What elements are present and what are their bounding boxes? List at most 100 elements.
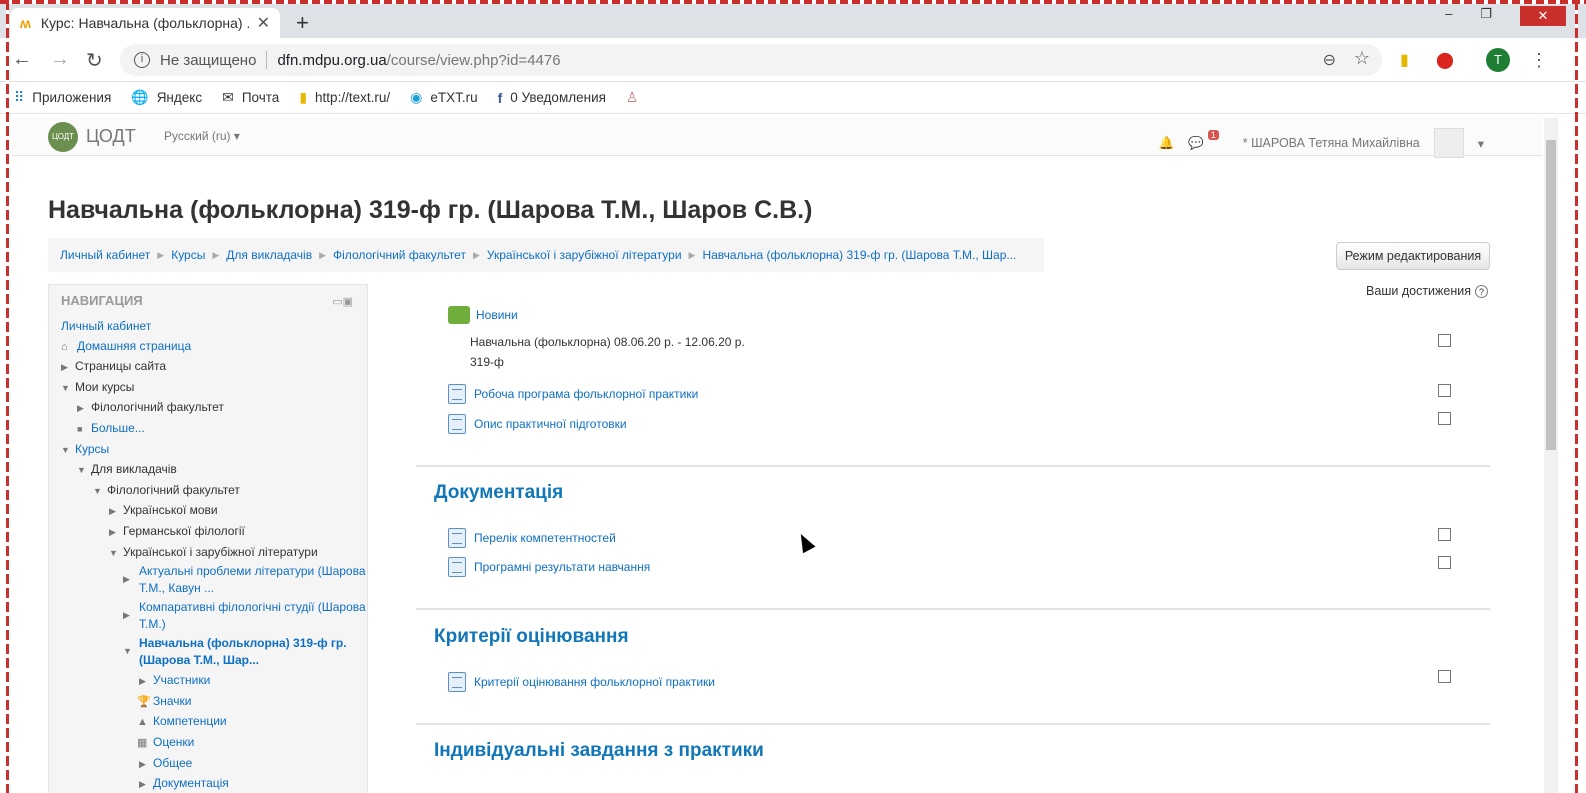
- bookmark-textru[interactable]: ▮ http://text.ru/: [299, 89, 390, 106]
- block-controls-icon[interactable]: ▭▣: [332, 295, 353, 308]
- activity-practice-description[interactable]: Опис практичної підготовки: [448, 414, 627, 434]
- activity-link[interactable]: Опис практичної підготовки: [474, 417, 627, 431]
- nav-link[interactable]: Оценки: [153, 735, 194, 749]
- collapse-arrow-icon[interactable]: ▼: [77, 461, 91, 481]
- nav-item-course2[interactable]: ▶ Компаративні філологічні студії (Шарова…: [61, 599, 371, 635]
- back-icon[interactable]: ←: [12, 48, 32, 71]
- extension-flag-icon[interactable]: ▮: [1400, 50, 1409, 70]
- expand-arrow-icon[interactable]: ▶: [109, 523, 123, 543]
- nav-item-dashboard[interactable]: Личный кабинет: [61, 317, 361, 337]
- opera-extension-icon[interactable]: ⬤: [1436, 50, 1454, 70]
- nav-link[interactable]: Личный кабинет: [61, 319, 151, 333]
- bookmark-apps[interactable]: ⠿ Приложения: [14, 89, 111, 106]
- user-avatar[interactable]: [1433, 128, 1464, 158]
- new-tab-button[interactable]: +: [296, 10, 309, 36]
- completion-checkbox[interactable]: [1438, 334, 1451, 347]
- activity-link[interactable]: Програмні результати навчання: [474, 560, 650, 574]
- minimize-icon[interactable]: –: [1445, 6, 1452, 26]
- edit-mode-button[interactable]: Режим редактирования: [1336, 242, 1490, 270]
- completion-checkbox[interactable]: [1438, 384, 1451, 397]
- nav-item-germ[interactable]: ▶ Германської філології: [61, 522, 361, 543]
- nav-item-home[interactable]: ⌂ Домашняя страница: [61, 337, 361, 358]
- nav-item-general[interactable]: ▶ Общее: [61, 754, 361, 775]
- nav-link[interactable]: Курсы: [75, 442, 109, 456]
- nav-item-site-pages[interactable]: ▶ Страницы сайта: [61, 357, 361, 378]
- completion-checkbox[interactable]: [1438, 528, 1451, 541]
- breadcrumb-item[interactable]: Курсы: [171, 248, 205, 262]
- nav-item-courses[interactable]: ▼ Курсы: [61, 440, 361, 461]
- nav-item-documentation[interactable]: ▶ Документація: [61, 774, 361, 793]
- profile-avatar[interactable]: T: [1486, 48, 1510, 72]
- nav-link[interactable]: Навчальна (фольклорна) 319-ф гр. (Шарова…: [139, 636, 347, 667]
- expand-arrow-icon[interactable]: ▶: [77, 399, 91, 419]
- nav-link[interactable]: Больше...: [91, 421, 145, 435]
- omnibox[interactable]: i Не защищено dfn.mdpu.org.ua/course/vie…: [120, 44, 1382, 76]
- section-title[interactable]: Індивідуальні завдання з практики: [434, 740, 764, 762]
- site-brand[interactable]: ЦОДТ: [86, 126, 136, 147]
- expand-arrow-icon[interactable]: ▶: [123, 607, 137, 624]
- nav-link[interactable]: Актуальні проблеми літератури (Шарова Т.…: [139, 564, 366, 595]
- breadcrumb-item[interactable]: Філологічний факультет: [333, 248, 466, 262]
- completion-checkbox[interactable]: [1438, 556, 1451, 569]
- nav-item-badges[interactable]: 🏆 Значки: [61, 692, 361, 713]
- activity-link[interactable]: Перелік компетентностей: [474, 531, 616, 545]
- info-icon[interactable]: i: [134, 52, 150, 68]
- activity-assessment-criteria[interactable]: Критерії оцінювання фольклорної практики: [448, 672, 715, 692]
- nav-item-competencies[interactable]: ▲ Компетенции: [61, 712, 361, 733]
- activity-learning-outcomes[interactable]: Програмні результати навчання: [448, 557, 650, 577]
- nav-item-my-courses[interactable]: ▼ Мои курсы: [61, 378, 361, 399]
- collapse-arrow-icon[interactable]: ▼: [93, 482, 107, 502]
- section-title[interactable]: Документація: [434, 482, 563, 504]
- menu-kebab-icon[interactable]: ⋮: [1530, 50, 1548, 71]
- expand-arrow-icon[interactable]: ▶: [139, 775, 153, 793]
- nav-link[interactable]: Общее: [153, 756, 192, 770]
- activity-work-program[interactable]: Робоча програма фольклорної практики: [448, 384, 698, 404]
- help-icon[interactable]: ?: [1475, 285, 1488, 298]
- section-title[interactable]: Критерії оцінювання: [434, 626, 629, 648]
- bookmark-etxt[interactable]: ◉ eTXT.ru: [410, 89, 477, 106]
- close-window-icon[interactable]: ✕: [1520, 6, 1566, 26]
- nav-link[interactable]: Участники: [153, 673, 210, 687]
- user-name[interactable]: * ШАРОВА Тетяна Михайлівна: [1243, 136, 1420, 150]
- nav-item-faculty[interactable]: ▼ Філологічний факультет: [61, 481, 361, 502]
- activity-news[interactable]: Новини: [448, 306, 518, 324]
- expand-arrow-icon[interactable]: ▶: [123, 571, 137, 588]
- activity-link[interactable]: Критерії оцінювання фольклорної практики: [474, 675, 715, 689]
- nav-item-participants[interactable]: ▶ Участники: [61, 671, 361, 692]
- reload-icon[interactable]: ↻: [86, 48, 103, 73]
- page-scrollbar[interactable]: [1544, 118, 1558, 793]
- close-tab-icon[interactable]: ✕: [257, 13, 270, 33]
- bookmark-star-icon[interactable]: ☆: [1354, 48, 1370, 69]
- messages-icon[interactable]: 💬: [1188, 136, 1204, 151]
- completion-checkbox[interactable]: [1438, 670, 1451, 683]
- nav-link[interactable]: Компетенции: [153, 714, 227, 728]
- activity-competencies[interactable]: Перелік компетентностей: [448, 528, 616, 548]
- language-menu[interactable]: Русский (ru) ▾: [164, 129, 240, 143]
- scrollbar-thumb[interactable]: [1546, 140, 1556, 450]
- bookmark-extra[interactable]: ♙: [626, 89, 647, 106]
- completion-checkbox[interactable]: [1438, 412, 1451, 425]
- breadcrumb-item[interactable]: Личный кабинет: [60, 248, 150, 262]
- activity-link[interactable]: Робоча програма фольклорної практики: [474, 387, 698, 401]
- expand-arrow-icon[interactable]: ▶: [139, 755, 153, 775]
- bookmark-facebook[interactable]: f 0 Уведомления: [498, 90, 606, 106]
- nav-link[interactable]: Документація: [153, 776, 229, 790]
- zoom-icon[interactable]: ⊖: [1323, 50, 1336, 70]
- breadcrumb-item[interactable]: Навчальна (фольклорна) 319-ф гр. (Шарова…: [702, 248, 1016, 262]
- user-menu-caret-icon[interactable]: ▾: [1478, 136, 1484, 151]
- activity-link[interactable]: Новини: [476, 308, 518, 322]
- nav-link[interactable]: Значки: [153, 694, 192, 708]
- nav-item-course1[interactable]: ▶ Актуальні проблеми літератури (Шарова Т…: [61, 563, 371, 599]
- nav-item-for-teachers[interactable]: ▼ Для викладачів: [61, 460, 361, 481]
- browser-tab[interactable]: ʍ Курс: Навчальна (фольклорна) ... ✕: [10, 8, 280, 38]
- nav-item-course3[interactable]: ▼ Навчальна (фольклорна) 319-ф гр. (Шаров…: [61, 635, 371, 671]
- breadcrumb-item[interactable]: Української і зарубіжної літератури: [487, 248, 682, 262]
- nav-link[interactable]: Домашняя страница: [77, 339, 191, 353]
- expand-arrow-icon[interactable]: ▶: [61, 358, 75, 378]
- nav-item-my-faculty[interactable]: ▶ Філологічний факультет: [61, 398, 361, 419]
- site-logo[interactable]: ЦОДТ: [48, 122, 78, 152]
- notifications-bell-icon[interactable]: 🔔: [1159, 136, 1175, 151]
- expand-arrow-icon[interactable]: ▶: [109, 502, 123, 522]
- breadcrumb-item[interactable]: Для викладачів: [226, 248, 312, 262]
- bookmark-yandex[interactable]: 🌐 Яндекс: [131, 89, 202, 106]
